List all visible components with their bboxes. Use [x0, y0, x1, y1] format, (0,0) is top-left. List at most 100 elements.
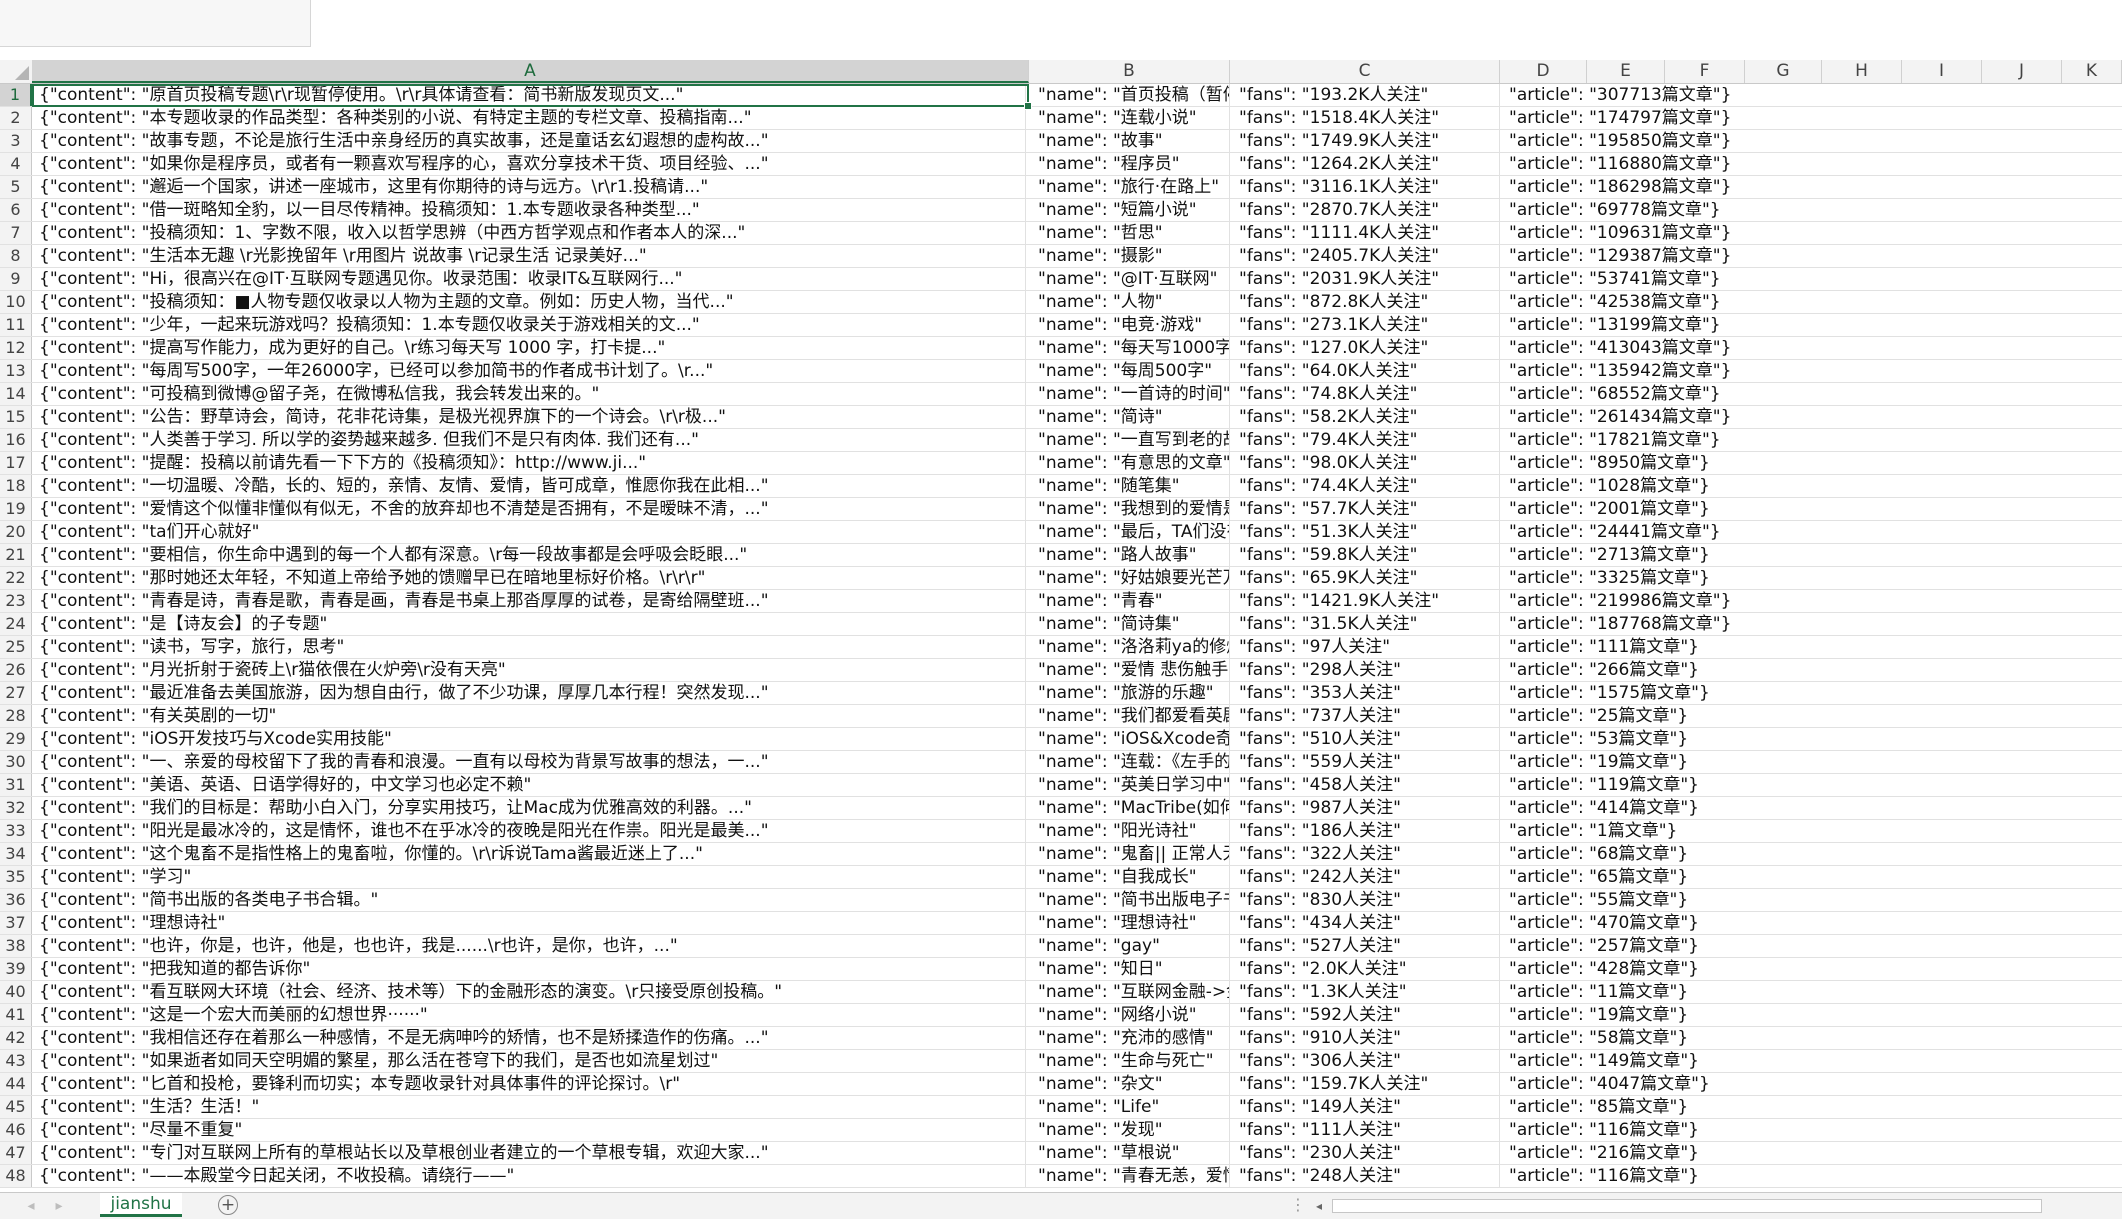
row-header[interactable]: 28 — [0, 705, 32, 727]
row-header[interactable]: 31 — [0, 774, 32, 796]
cell-name[interactable]: "name": "@IT·互联网" — [1035, 268, 1230, 290]
cell-content[interactable]: {"content": "如果逝者如同天空明媚的繁星，那么活在苍穹下的我们，是否… — [36, 1050, 1026, 1072]
cell-content[interactable]: {"content": "匕首和投枪，要锋利而切实；本专题收录针对具体事件的评论… — [36, 1073, 1026, 1095]
cell-fans[interactable]: "fans": "230人关注" — [1236, 1142, 1500, 1164]
cell-article[interactable]: "article": "4047篇文章"} — [1506, 1073, 2106, 1095]
cell-article[interactable]: "article": "111篇文章"} — [1506, 636, 2106, 658]
prev-sheet-icon[interactable]: ◂ — [20, 1196, 42, 1216]
cell-name[interactable]: "name": "我想到的爱情是 — [1035, 498, 1230, 520]
cell-article[interactable]: "article": "65篇文章"} — [1506, 866, 2106, 888]
cell-name[interactable]: "name": "故事" — [1035, 130, 1230, 152]
row-header[interactable]: 9 — [0, 268, 32, 290]
cell-name[interactable]: "name": "短篇小说" — [1035, 199, 1230, 221]
cell-article[interactable]: "article": "2713篇文章"} — [1506, 544, 2106, 566]
cell-name[interactable]: "name": "洛洛莉ya的修炼 — [1035, 636, 1230, 658]
column-header-g[interactable]: G — [1745, 60, 1822, 83]
cell-content[interactable]: {"content": "少年，一起来玩游戏吗？投稿须知：1.本专题仅收录关于游… — [36, 314, 1026, 336]
cell-name[interactable]: "name": "我们都爱看英剧 — [1035, 705, 1230, 727]
row-header[interactable]: 36 — [0, 889, 32, 911]
cell-fans[interactable]: "fans": "2.0K人关注" — [1236, 958, 1500, 980]
row-header[interactable]: 46 — [0, 1119, 32, 1141]
column-header-k[interactable]: K — [2062, 60, 2122, 83]
cell-fans[interactable]: "fans": "97人关注" — [1236, 636, 1500, 658]
cell-article[interactable]: "article": "266篇文章"} — [1506, 659, 2106, 681]
row-header[interactable]: 42 — [0, 1027, 32, 1049]
cell-name[interactable]: "name": "青春" — [1035, 590, 1230, 612]
row-header[interactable]: 6 — [0, 199, 32, 221]
row-header[interactable]: 30 — [0, 751, 32, 773]
cell-name[interactable]: "name": "生命与死亡" — [1035, 1050, 1230, 1072]
cell-content[interactable]: {"content": "可投稿到微博@留子尧，在微博私信我，我会转发出来的。" — [36, 383, 1026, 405]
cell-article[interactable]: "article": "55篇文章"} — [1506, 889, 2106, 911]
cell-content[interactable]: {"content": "——本殿堂今日起关闭，不收投稿。请绕行——" — [36, 1165, 1026, 1187]
cell-article[interactable]: "article": "3325篇文章"} — [1506, 567, 2106, 589]
cell-fans[interactable]: "fans": "910人关注" — [1236, 1027, 1500, 1049]
cell-content[interactable]: {"content": "也许，你是，也许，他是，也也许，我是......\r也… — [36, 935, 1026, 957]
cell-article[interactable]: "article": "414篇文章"} — [1506, 797, 2106, 819]
cell-fans[interactable]: "fans": "159.7K人关注" — [1236, 1073, 1500, 1095]
row-header[interactable]: 12 — [0, 337, 32, 359]
cell-content[interactable]: {"content": "是【诗友会】的子专题" — [36, 613, 1026, 635]
cell-fans[interactable]: "fans": "59.8K人关注" — [1236, 544, 1500, 566]
cell-content[interactable]: {"content": "每周写500字，一年26000字，已经可以参加简书的作… — [36, 360, 1026, 382]
cell-article[interactable]: "article": "109631篇文章"} — [1506, 222, 2106, 244]
cell-name[interactable]: "name": "草根说" — [1035, 1142, 1230, 1164]
cell-content[interactable]: {"content": "这是一个宏大而美丽的幻想世界······" — [36, 1004, 1026, 1026]
cell-fans[interactable]: "fans": "1421.9K人关注" — [1236, 590, 1500, 612]
cell-fans[interactable]: "fans": "3116.1K人关注" — [1236, 176, 1500, 198]
cell-article[interactable]: "article": "42538篇文章"} — [1506, 291, 2106, 313]
cell-article[interactable]: "article": "257篇文章"} — [1506, 935, 2106, 957]
cell-content[interactable]: {"content": "借一斑略知全豹，以一目尽传精神。投稿须知：1.本专题收… — [36, 199, 1026, 221]
cell-fans[interactable]: "fans": "1264.2K人关注" — [1236, 153, 1500, 175]
cell-content[interactable]: {"content": "青春是诗，青春是歌，青春是画，青春是书桌上那沓厚厚的试… — [36, 590, 1026, 612]
cell-article[interactable]: "article": "19篇文章"} — [1506, 751, 2106, 773]
column-header-i[interactable]: I — [1902, 60, 1982, 83]
cell-content[interactable]: {"content": "最近准备去美国旅游，因为想自由行，做了不少功课，厚厚几… — [36, 682, 1026, 704]
cell-article[interactable]: "article": "68篇文章"} — [1506, 843, 2106, 865]
row-header[interactable]: 16 — [0, 429, 32, 451]
cell-content[interactable]: {"content": "月光折射于瓷砖上\r猫依偎在火炉旁\r没有天亮" — [36, 659, 1026, 681]
cell-fans[interactable]: "fans": "58.2K人关注" — [1236, 406, 1500, 428]
cell-article[interactable]: "article": "2001篇文章"} — [1506, 498, 2106, 520]
horizontal-scrollbar[interactable]: ◂ — [1308, 1196, 2122, 1216]
cell-name[interactable]: "name": "旅游的乐趣" — [1035, 682, 1230, 704]
cell-fans[interactable]: "fans": "987人关注" — [1236, 797, 1500, 819]
row-header[interactable]: 29 — [0, 728, 32, 750]
cell-name[interactable]: "name": "人物" — [1035, 291, 1230, 313]
cell-name[interactable]: "name": "简诗集" — [1035, 613, 1230, 635]
cell-name[interactable]: "name": "首页投稿（暂停 — [1035, 84, 1230, 106]
cell-article[interactable]: "article": "1篇文章"} — [1506, 820, 2106, 842]
cell-article[interactable]: "article": "135942篇文章"} — [1506, 360, 2106, 382]
cell-fans[interactable]: "fans": "242人关注" — [1236, 866, 1500, 888]
cell-fans[interactable]: "fans": "2031.9K人关注" — [1236, 268, 1500, 290]
cell-fans[interactable]: "fans": "322人关注" — [1236, 843, 1500, 865]
cell-content[interactable]: {"content": "学习" — [36, 866, 1026, 888]
cell-article[interactable]: "article": "11篇文章"} — [1506, 981, 2106, 1003]
cell-name[interactable]: "name": "哲思" — [1035, 222, 1230, 244]
cell-name[interactable]: "name": "知日" — [1035, 958, 1230, 980]
name-box[interactable] — [0, 0, 311, 47]
row-header[interactable]: 47 — [0, 1142, 32, 1164]
cell-content[interactable]: {"content": "简书出版的各类电子书合辑。" — [36, 889, 1026, 911]
cell-content[interactable]: {"content": "Hi，很高兴在@IT·互联网专题遇见你。收录范围：收录… — [36, 268, 1026, 290]
add-sheet-icon[interactable]: + — [218, 1195, 238, 1215]
cell-article[interactable]: "article": "1028篇文章"} — [1506, 475, 2106, 497]
cell-fans[interactable]: "fans": "1749.9K人关注" — [1236, 130, 1500, 152]
cell-name[interactable]: "name": "MacTribe(如何使 — [1035, 797, 1230, 819]
cell-content[interactable]: {"content": "有关英剧的一切" — [36, 705, 1026, 727]
cell-fans[interactable]: "fans": "2405.7K人关注" — [1236, 245, 1500, 267]
cell-article[interactable]: "article": "216篇文章"} — [1506, 1142, 2106, 1164]
formula-bar[interactable] — [0, 0, 2122, 48]
cell-article[interactable]: "article": "119篇文章"} — [1506, 774, 2106, 796]
row-header[interactable]: 33 — [0, 820, 32, 842]
cell-article[interactable]: "article": "470篇文章"} — [1506, 912, 2106, 934]
cell-content[interactable]: {"content": "提高写作能力，成为更好的自己。\r练习每天写 1000… — [36, 337, 1026, 359]
column-header-b[interactable]: B — [1029, 60, 1230, 83]
cell-name[interactable]: "name": "自我成长" — [1035, 866, 1230, 888]
cell-name[interactable]: "name": "互联网金融->金 — [1035, 981, 1230, 1003]
row-header[interactable]: 39 — [0, 958, 32, 980]
cell-name[interactable]: "name": "程序员" — [1035, 153, 1230, 175]
cell-name[interactable]: "name": "好姑娘要光芒万 — [1035, 567, 1230, 589]
row-header[interactable]: 2 — [0, 107, 32, 129]
row-header[interactable]: 13 — [0, 360, 32, 382]
